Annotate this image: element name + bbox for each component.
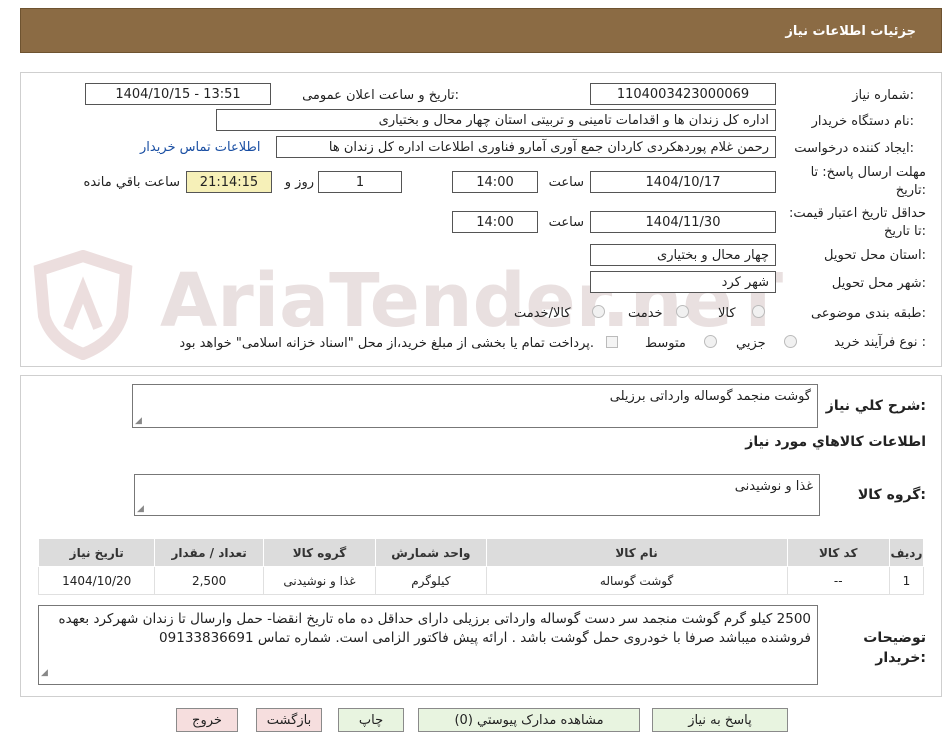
category-goods-radio[interactable] <box>752 305 765 318</box>
process-minor-label: جزیي <box>736 336 766 351</box>
process-minor-radio[interactable] <box>784 335 797 348</box>
table-cell-row-number: 1 <box>888 566 925 595</box>
reply-deadline-date: 1404/10/17 <box>590 171 776 193</box>
requester-label: ایجاد کننده درخواست: <box>794 141 914 156</box>
table-cell-need-date: 1404/10/20 <box>37 566 156 595</box>
summary-text: گوشت منجمد گوساله وارداتی برزیلی <box>609 389 811 404</box>
price-validity-date: 1404/11/30 <box>590 211 776 233</box>
table-cell-goods-name: گوشت گوساله <box>485 566 788 595</box>
reply-button[interactable]: پاسخ به نیاز <box>652 708 788 732</box>
goods-group-text: غذا و نوشیدنی <box>734 479 813 494</box>
column-header-need-date: تاریخ نیاز <box>37 538 156 567</box>
reply-deadline-label: مهلت ارسال پاسخ: تا تاریخ: <box>810 165 926 198</box>
resize-handle-icon[interactable]: ◢ <box>137 504 144 514</box>
process-medium-label: متوسط <box>645 336 686 351</box>
column-header-row-number: ردیف <box>888 538 925 567</box>
buyer-org-field: اداره کل زندان ها و اقدامات تامینی و ترب… <box>216 109 776 131</box>
treasury-payment-note: پرداخت تمام یا بخشی از مبلغ خرید،از محل … <box>179 336 594 351</box>
delivery-city-label: شهر محل تحویل: <box>831 276 926 291</box>
buyer-contact-link[interactable]: اطلاعات تماس خریدار <box>140 140 260 155</box>
reply-deadline-time-label: ساعت <box>548 175 584 190</box>
treasury-payment-checkbox[interactable] <box>606 336 618 348</box>
column-header-unit: واحد شمارش <box>375 538 487 567</box>
price-validity-time-label: ساعت <box>548 215 584 230</box>
category-goods-label: کالا <box>718 306 736 321</box>
process-medium-radio[interactable] <box>704 335 717 348</box>
delivery-province-field: چهار محال و بختیاری <box>590 244 776 266</box>
table-header-row: ردیف کد کالا نام کالا واحد شمارش گروه کا… <box>37 538 925 567</box>
column-header-goods-code: کد کالا <box>786 538 890 567</box>
summary-textarea[interactable]: گوشت منجمد گوساله وارداتی برزیلی ◢ <box>132 384 818 428</box>
goods-table: ردیف کد کالا نام کالا واحد شمارش گروه کا… <box>37 538 925 595</box>
table-row: 1 -- گوشت گوساله کیلوگرم غذا و نوشیدنی 2… <box>37 566 925 595</box>
buyer-org-label: نام دستگاه خریدار: <box>811 114 914 129</box>
remaining-time-label: ساعت باقي مانده <box>83 175 180 190</box>
table-cell-quantity: 2,500 <box>154 566 264 595</box>
back-button[interactable]: بازگشت <box>256 708 322 732</box>
summary-label: شرح کلي نیاز: <box>825 398 926 414</box>
announce-datetime-label: تاریخ و ساعت اعلان عمومی: <box>302 88 459 103</box>
days-label: روز و <box>284 175 314 190</box>
watermark-shield-icon <box>33 250 133 360</box>
table-cell-goods-code: -- <box>786 566 890 595</box>
need-number-field: 1104003423000069 <box>590 83 776 105</box>
column-header-quantity: تعداد / مقدار <box>154 538 264 567</box>
resize-handle-icon[interactable]: ◢ <box>135 416 142 426</box>
table-cell-goods-group: غذا و نوشیدنی <box>262 566 377 595</box>
goods-group-label: گروه کالا: <box>857 487 926 503</box>
need-number-label: شماره نیاز: <box>852 88 914 103</box>
column-header-goods-name: نام کالا <box>485 538 788 567</box>
reply-deadline-days: 1 <box>318 171 402 193</box>
view-attachments-button[interactable]: مشاهده مدارک پیوستي (0) <box>418 708 640 732</box>
category-service-label: خدمت <box>628 306 663 321</box>
delivery-province-label: استان محل تحویل: <box>824 248 926 263</box>
reply-deadline-time: 14:00 <box>452 171 538 193</box>
exit-button[interactable]: خروج <box>176 708 238 732</box>
process-type-label: نوع فرآیند خرید : <box>834 335 926 350</box>
buyer-notes-text: 2500 کیلو گرم گوشت منجمد سر دست گوساله و… <box>58 611 811 646</box>
announce-datetime-field: 1404/10/15 - 13:51 <box>85 83 271 105</box>
buyer-notes-label: توضیحات خریدار: <box>863 630 926 666</box>
requester-field: رحمن غلام پوردهکردی کاردان جمع آوری آمار… <box>276 136 776 158</box>
price-validity-time: 14:00 <box>452 211 538 233</box>
delivery-city-field: شهر کرد <box>590 271 776 293</box>
category-label: طبقه بندی موضوعی: <box>810 306 926 321</box>
category-goods-service-radio[interactable] <box>592 305 605 318</box>
price-validity-label: حداقل تاریخ اعتبار قیمت: تا تاریخ: <box>788 206 926 239</box>
goods-group-textarea[interactable]: غذا و نوشیدنی ◢ <box>134 474 820 516</box>
print-button[interactable]: چاپ <box>338 708 404 732</box>
category-service-radio[interactable] <box>676 305 689 318</box>
column-header-goods-group: گروه کالا <box>262 538 377 567</box>
category-goods-service-label: کالا/خدمت <box>514 306 571 321</box>
remaining-time-field: 21:14:15 <box>186 171 272 193</box>
goods-info-title: اطلاعات کالاهاي مورد نیاز <box>745 434 926 450</box>
page-title: جزئیات اطلاعات نیاز <box>785 24 916 39</box>
resize-handle-icon[interactable]: ◢ <box>41 664 48 683</box>
table-cell-unit: کیلوگرم <box>375 566 487 595</box>
buyer-notes-textarea[interactable]: 2500 کیلو گرم گوشت منجمد سر دست گوساله و… <box>38 605 818 685</box>
